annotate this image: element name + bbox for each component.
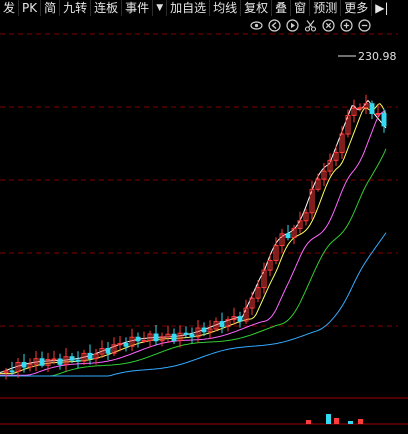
volume-bar-3 [348,421,353,424]
candle-body-33 [201,327,207,333]
volume-bar-0 [306,420,311,424]
candle-body-28 [171,333,177,342]
candle-body-47 [285,233,291,239]
candle-body-3 [21,362,27,368]
ma60-line [0,232,387,377]
candle-body-11 [69,356,75,361]
candle-body-1 [9,370,15,373]
candle-body-12 [75,359,81,362]
candle-body-31 [189,333,195,338]
candle-body-59 [357,107,363,110]
volume-bar-4 [358,419,363,424]
candle-body-14 [87,352,93,360]
ma5-line [0,99,387,373]
candle-body-61 [369,103,375,115]
candle-body-17 [105,347,111,354]
candlestick-chart[interactable]: 230.98 [0,0,408,434]
volume-bar-2 [334,418,339,424]
candle-body-8 [51,358,57,361]
max-price-label: 230.98 [358,50,397,63]
candle-body-22 [135,336,141,342]
candle-body-23 [141,340,147,343]
max-price-marker: 230.98 [338,50,397,63]
candle-body-63 [381,112,387,127]
candle-body-39 [237,316,243,322]
candle-body-20 [123,343,129,347]
candle-body-6 [39,358,45,366]
volume-bar-1 [326,414,331,424]
candle-body-30 [183,332,189,335]
volume-bars [306,414,363,424]
candle-body-9 [57,358,63,365]
candle-body-36 [219,321,225,328]
candle-body-62 [375,112,381,115]
candle-body-25 [153,333,159,342]
